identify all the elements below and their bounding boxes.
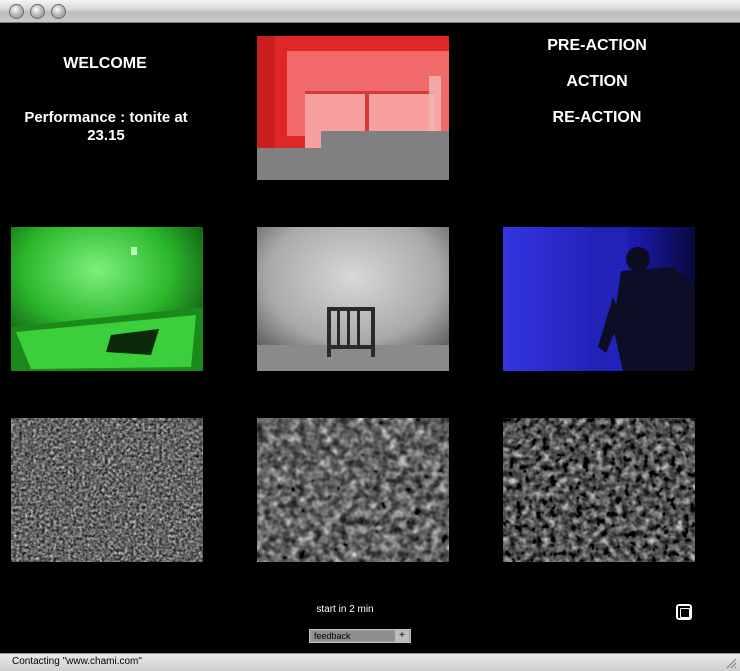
- blue-figure-image: [503, 227, 695, 371]
- zoom-button[interactable]: [51, 4, 66, 19]
- red-window-video: [257, 36, 449, 180]
- close-button[interactable]: [9, 4, 24, 19]
- menu-action[interactable]: ACTION: [517, 73, 677, 91]
- feedback-box: +: [309, 629, 411, 643]
- static-noise-video-2: [257, 418, 449, 562]
- feedback-add-button[interactable]: +: [395, 630, 409, 642]
- title-bar[interactable]: [0, 0, 740, 23]
- static-noise-image-3: [503, 418, 695, 562]
- minimize-button[interactable]: [30, 4, 45, 19]
- status-text: Contacting "www.chami.com": [12, 656, 142, 667]
- chair-image: [257, 227, 449, 371]
- static-noise-video-1: [11, 418, 203, 562]
- blue-figure-video: [503, 227, 695, 371]
- static-noise-video-3: [503, 418, 695, 562]
- chair-room-video: [257, 227, 449, 371]
- resize-grip-icon[interactable]: [725, 657, 737, 669]
- feedback-input[interactable]: [312, 631, 396, 641]
- flash-stage: WELCOME Performance : tonite at 23.15 PR…: [0, 23, 740, 653]
- static-noise-image-1: [11, 418, 203, 562]
- green-room-image: [11, 227, 203, 371]
- performance-time: Performance : tonite at 23.15: [24, 109, 188, 144]
- status-bar: Contacting "www.chami.com": [0, 653, 740, 671]
- menu-pre-action[interactable]: PRE-ACTION: [517, 37, 677, 55]
- welcome-heading: WELCOME: [63, 55, 147, 72]
- menu-re-action[interactable]: RE-ACTION: [517, 109, 677, 127]
- fullscreen-icon[interactable]: [676, 604, 692, 620]
- green-room-video: [11, 227, 203, 371]
- red-window-image: [257, 36, 449, 180]
- static-noise-image-2: [257, 418, 449, 562]
- start-countdown: start in 2 min: [316, 604, 374, 615]
